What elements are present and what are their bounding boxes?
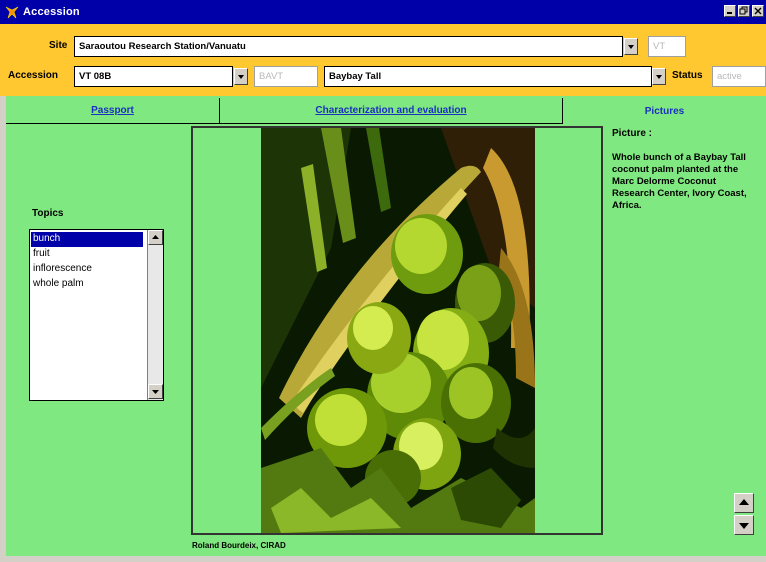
window-bottom-edge — [0, 556, 766, 562]
accession-name-dropdown-chevron-down-icon[interactable] — [652, 68, 666, 85]
close-button[interactable] — [752, 5, 764, 17]
status-label: Status — [672, 70, 703, 81]
previous-picture-button[interactable] — [734, 493, 754, 513]
tab-passport[interactable]: Passport — [6, 98, 220, 124]
status-field: active — [712, 66, 766, 87]
content-panel: Passport Characterization and evaluation… — [6, 96, 766, 556]
site-code-field: VT — [648, 36, 686, 57]
window-title: Accession — [23, 6, 80, 18]
topics-listbox[interactable]: bunch fruit inflorescence whole palm — [29, 229, 164, 401]
restore-button[interactable] — [738, 5, 750, 17]
arrow-down-icon — [739, 523, 749, 529]
app-icon — [5, 5, 19, 19]
list-item[interactable]: inflorescence — [31, 262, 143, 277]
list-item[interactable]: whole palm — [31, 277, 143, 292]
topics-label: Topics — [32, 208, 64, 219]
window-controls — [724, 5, 764, 17]
tab-characterization-and-evaluation[interactable]: Characterization and evaluation — [220, 98, 563, 124]
picture-description: Whole bunch of a Baybay Tall coconut pal… — [612, 152, 747, 211]
site-dropdown-chevron-down-icon[interactable] — [624, 38, 638, 55]
topics-scrollbar[interactable] — [147, 230, 163, 400]
next-picture-button[interactable] — [734, 515, 754, 535]
arrow-down-icon[interactable] — [148, 384, 163, 399]
list-item[interactable]: fruit — [31, 247, 143, 262]
picture-heading: Picture : — [612, 128, 653, 139]
title-bar[interactable]: Accession — [0, 0, 766, 24]
tab-pictures[interactable]: Pictures — [563, 98, 766, 124]
accession-window: Accession Site Saraoutou Research Statio… — [0, 0, 766, 562]
accession-select[interactable]: VT 08B — [74, 66, 233, 87]
arrow-up-icon[interactable] — [148, 230, 163, 245]
site-label: Site — [49, 40, 68, 51]
coconut-bunch-photo — [261, 128, 535, 533]
minimize-button[interactable] — [724, 5, 736, 17]
list-item[interactable]: bunch — [31, 232, 143, 247]
record-header: Site Saraoutou Research Station/Vanuatu … — [0, 24, 766, 96]
accession-dropdown-chevron-down-icon[interactable] — [234, 68, 248, 85]
picture-frame — [191, 126, 603, 535]
accession-label: Accession — [8, 70, 59, 81]
tab-bar: Passport Characterization and evaluation… — [6, 96, 766, 124]
accession-code-field: BAVT — [254, 66, 318, 87]
accession-name-select[interactable]: Baybay Tall — [324, 66, 652, 87]
site-select[interactable]: Saraoutou Research Station/Vanuatu — [74, 36, 623, 57]
arrow-up-icon — [739, 499, 749, 505]
picture-credit: Roland Bourdeix, CIRAD — [192, 541, 286, 550]
